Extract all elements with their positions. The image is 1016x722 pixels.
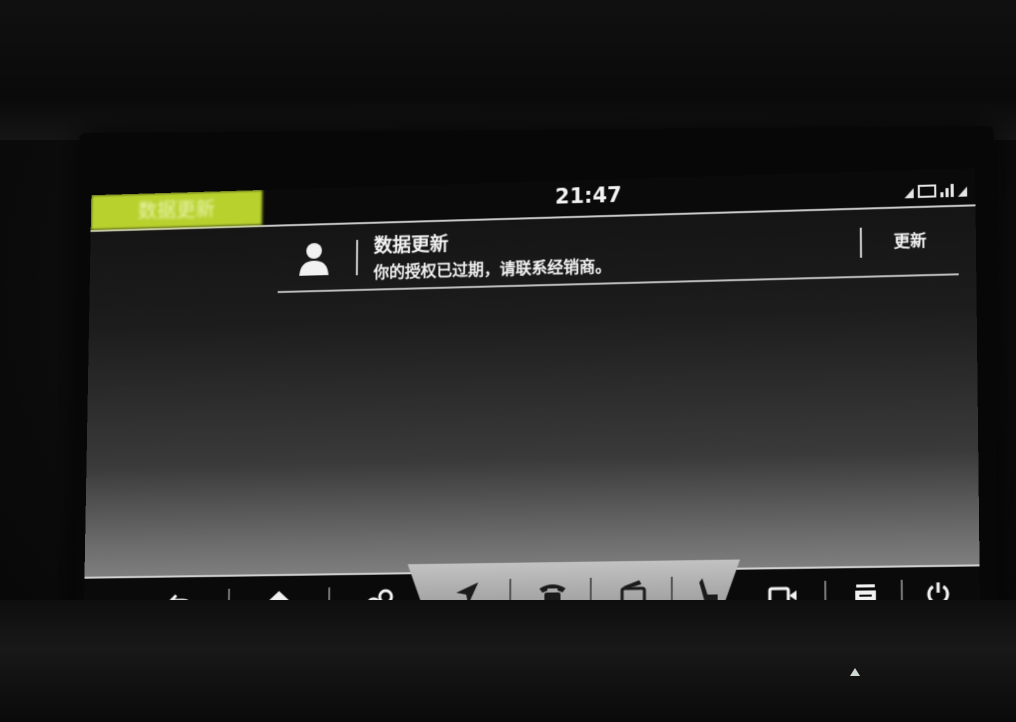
notification-title: 数据更新 <box>374 229 449 258</box>
dashboard-bottom <box>0 600 1016 722</box>
battery-icon <box>918 184 937 198</box>
indicator-light <box>850 668 860 676</box>
clock: 21:47 <box>549 183 629 209</box>
active-source-label[interactable]: 数据更新 <box>91 190 263 230</box>
update-button[interactable]: 更新 <box>876 225 944 257</box>
signal-icon <box>904 188 913 198</box>
network-icon <box>958 186 967 196</box>
infotainment-screen: 数据更新 21:47 数据更新 你的授权已过期，请联系经销商。 更新 <box>83 168 980 636</box>
reception-icon <box>940 184 953 197</box>
dashboard-top <box>0 0 1016 140</box>
user-icon <box>297 241 331 277</box>
car-dashboard-scene: 数据更新 21:47 数据更新 你的授权已过期，请联系经销商。 更新 <box>0 0 1016 722</box>
status-icons <box>904 180 967 198</box>
divider <box>860 228 862 258</box>
divider <box>356 240 358 275</box>
